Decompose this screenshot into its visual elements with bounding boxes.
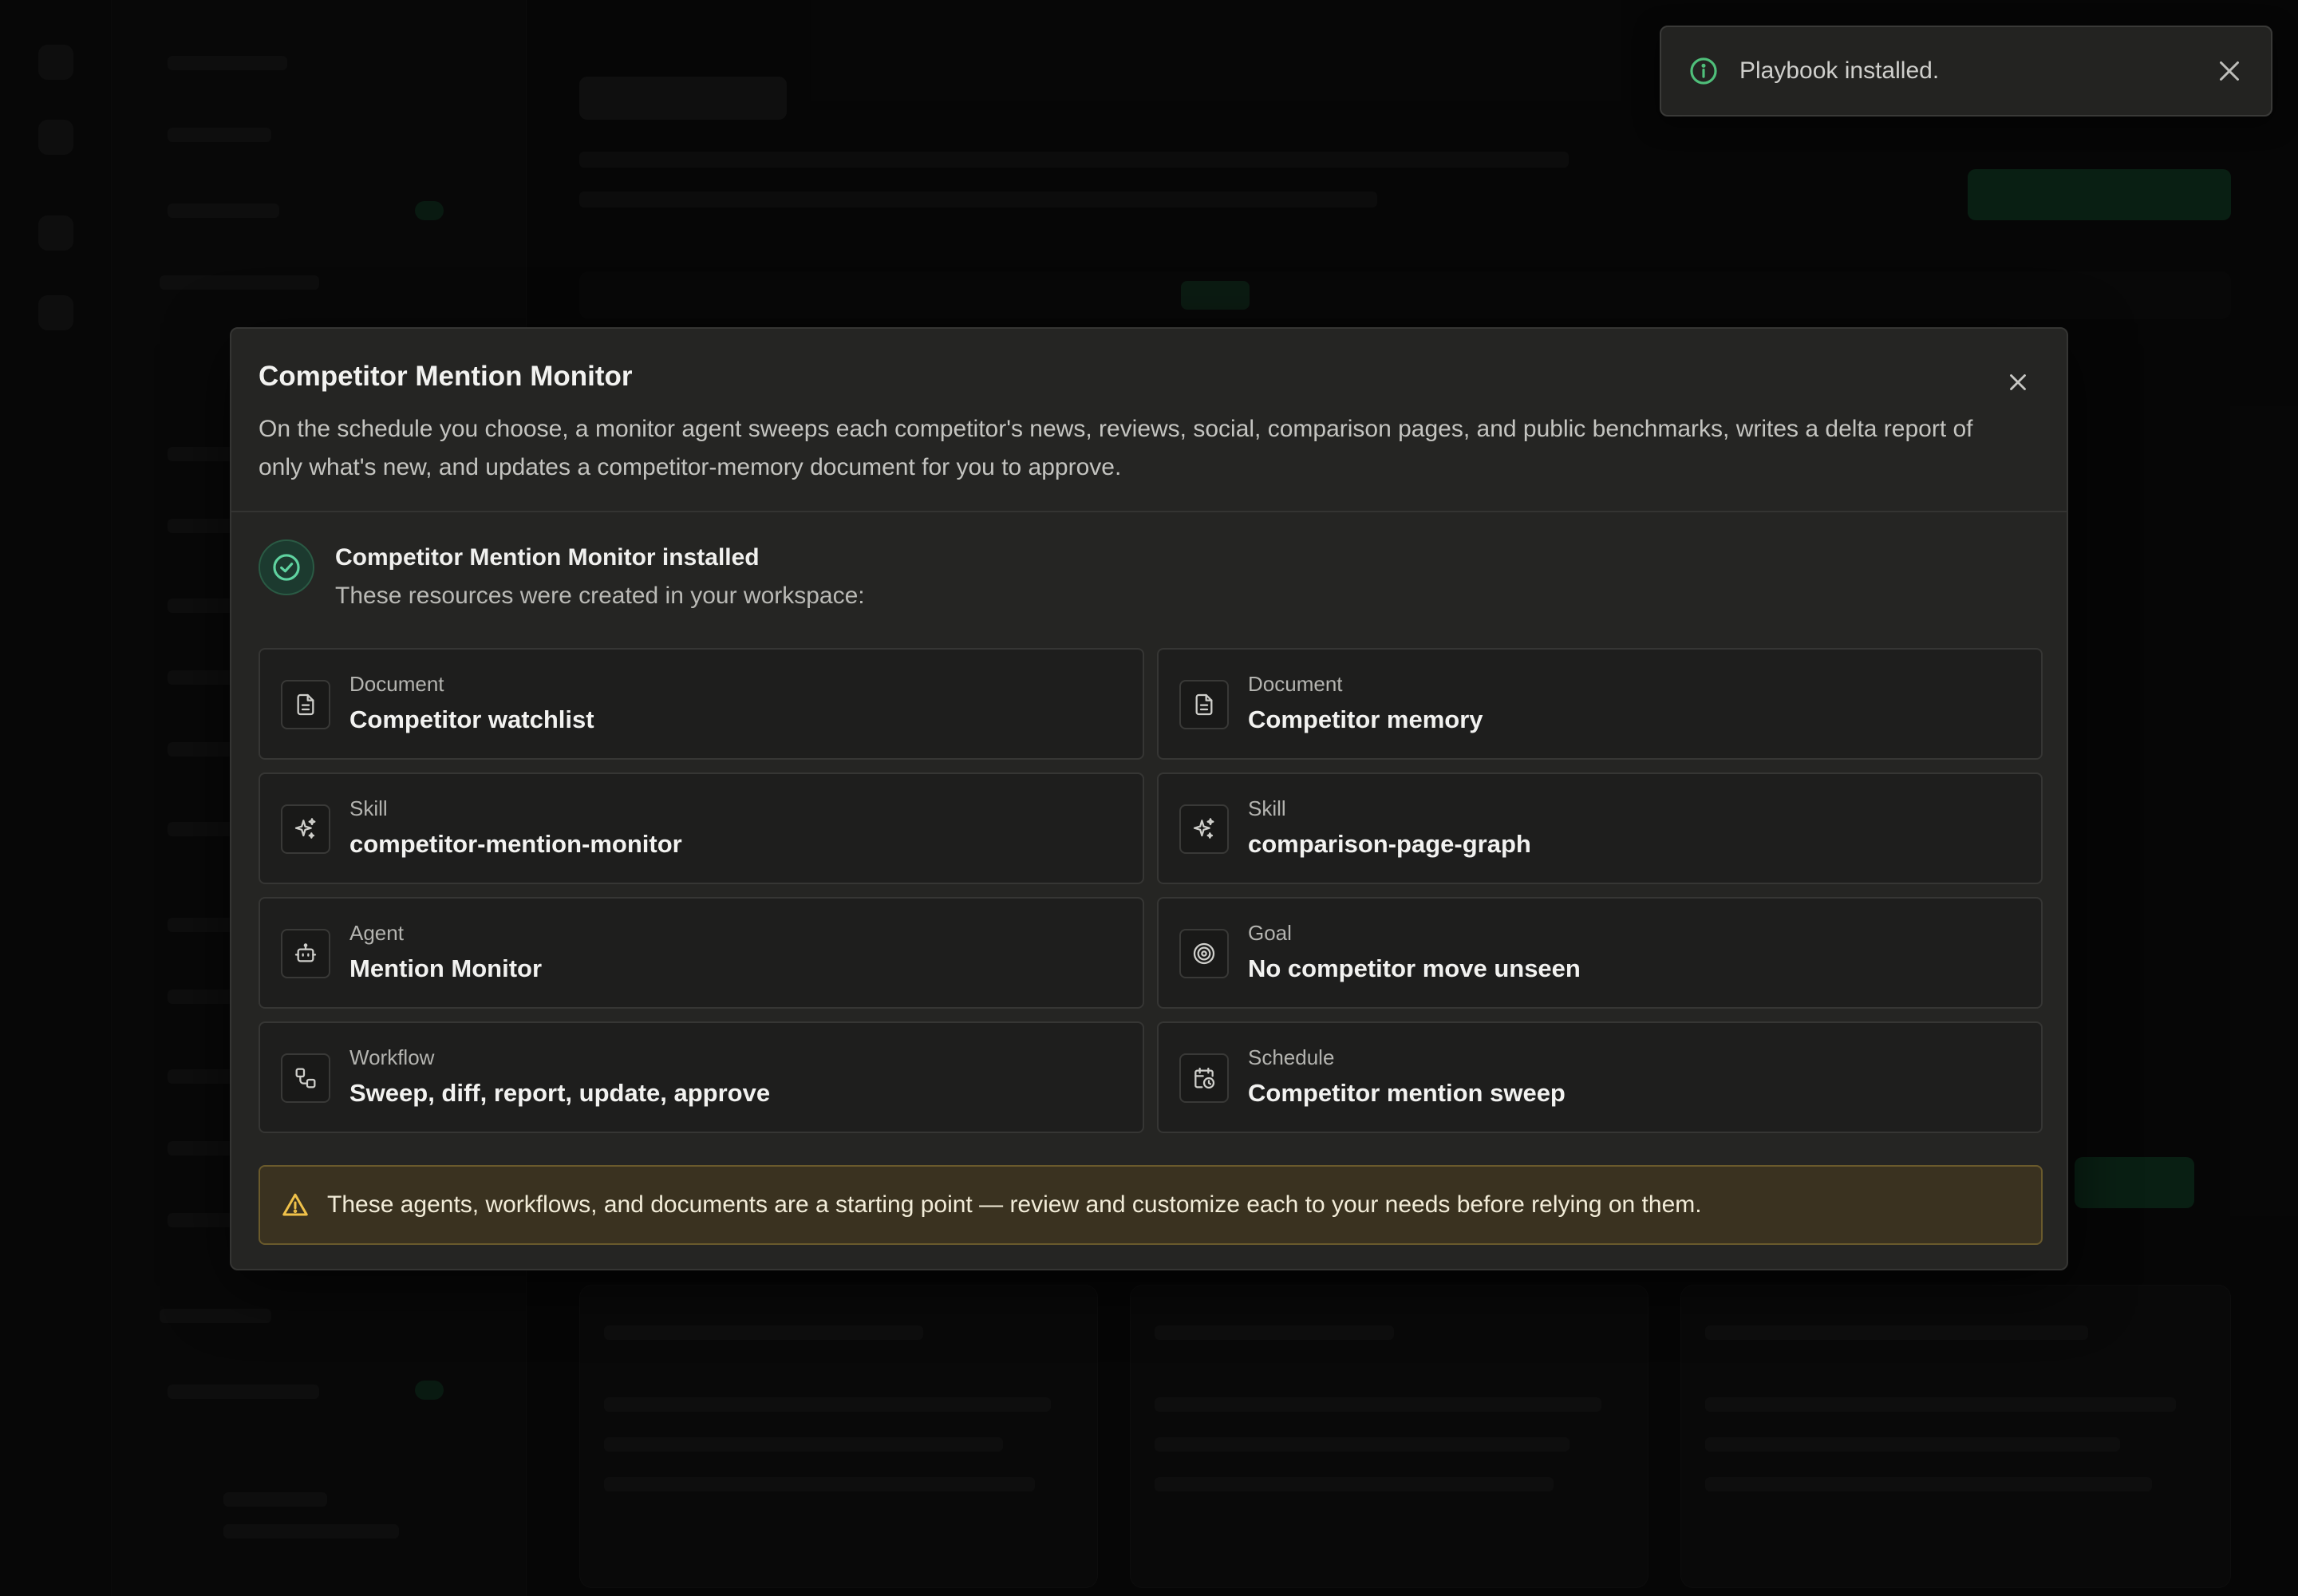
resource-type: Agent	[349, 921, 404, 945]
resource-type: Schedule	[1248, 1045, 1335, 1069]
document-icon	[297, 693, 314, 716]
sparkles-icon	[294, 818, 316, 839]
resource-card-workflow[interactable]: Workflow Sweep, diff, report, update, ap…	[259, 1021, 1144, 1133]
dialog-close-icon[interactable]	[2004, 369, 2031, 396]
warning-text: These agents, workflows, and documents a…	[327, 1191, 1702, 1218]
resource-name: Mention Monitor	[349, 954, 543, 982]
resource-name: Competitor watchlist	[349, 705, 594, 733]
resource-card-document-watchlist[interactable]: Document Competitor watchlist	[259, 648, 1144, 760]
resource-type: Document	[349, 672, 444, 696]
resource-name: Competitor mention sweep	[1248, 1079, 1566, 1107]
info-icon	[1690, 57, 1717, 85]
toast-message: Playbook installed.	[1739, 57, 1940, 84]
sparkles-icon	[1193, 818, 1214, 839]
resource-type: Document	[1248, 672, 1343, 696]
dialog-title: Competitor Mention Monitor	[259, 361, 633, 392]
resource-name: Sweep, diff, report, update, approve	[349, 1079, 771, 1107]
resource-type: Workflow	[349, 1045, 435, 1069]
resource-card-document-memory[interactable]: Document Competitor memory	[1157, 648, 2043, 760]
target-icon	[1193, 942, 1215, 965]
resource-type: Skill	[349, 796, 388, 820]
robot-icon	[294, 943, 317, 962]
resource-card-goal[interactable]: Goal No competitor move unseen	[1157, 897, 2043, 1009]
resource-card-agent[interactable]: Agent Mention Monitor	[259, 897, 1144, 1009]
resource-name: No competitor move unseen	[1248, 954, 1581, 982]
install-result-dialog: Competitor Mention Monitor On the schedu…	[230, 327, 2068, 1270]
success-badge	[259, 539, 314, 595]
calendar-clock-icon	[1194, 1067, 1215, 1089]
warning-callout: These agents, workflows, and documents a…	[259, 1165, 2043, 1245]
resource-type: Skill	[1248, 796, 1286, 820]
resource-type: Goal	[1248, 921, 1292, 945]
document-icon	[1195, 693, 1213, 716]
warning-triangle-icon	[282, 1193, 308, 1216]
toast-close-icon[interactable]	[2215, 57, 2244, 85]
resource-name: Competitor memory	[1248, 705, 1483, 733]
toast-notification: Playbook installed.	[1660, 26, 2272, 117]
success-subtitle: These resources were created in your wor…	[335, 583, 865, 609]
resource-card-schedule[interactable]: Schedule Competitor mention sweep	[1157, 1021, 2043, 1133]
dialog-header: Competitor Mention Monitor On the schedu…	[231, 329, 2067, 512]
resource-name: comparison-page-graph	[1248, 830, 1531, 858]
success-title: Competitor Mention Monitor installed	[335, 544, 760, 571]
workflow-icon	[295, 1068, 316, 1088]
resource-card-skill-monitor[interactable]: Skill competitor-mention-monitor	[259, 772, 1144, 884]
resource-name: competitor-mention-monitor	[349, 830, 682, 858]
check-circle-icon	[273, 554, 300, 581]
dialog-description: On the schedule you choose, a monitor ag…	[259, 416, 1973, 480]
resource-card-skill-graph[interactable]: Skill comparison-page-graph	[1157, 772, 2043, 884]
